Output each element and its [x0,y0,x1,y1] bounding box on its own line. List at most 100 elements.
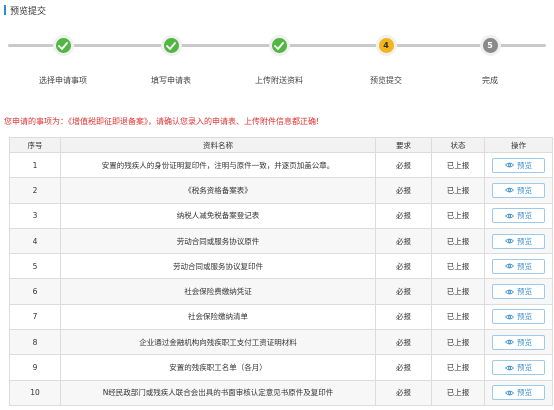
notice-text: 您申请的事项为：《增值税即征即退备案》，请确认您录入的申请表、上传附件信息都正确… [4,117,320,126]
step-4: 4 预览提交 [346,35,426,86]
row-status: 已上报 [431,303,485,331]
row-seq: 3 [9,202,61,229]
row-operation: 预览 [484,202,553,229]
table-row: 2 《税务资格备案表》 必报 已上报 预览 [9,177,553,204]
step-2: 填写申请表 [131,35,211,86]
row-requirement: 必报 [375,379,432,406]
row-material-name: 劳动合同或服务协议复印件 [60,253,376,280]
eye-icon [505,339,514,345]
preview-button[interactable]: 预览 [492,258,545,274]
step-label: 上传附送资料 [255,76,303,85]
table-row: 10 N经民政部门或残疾人联合会出具的书面审核认定意见书原件及复印件 必报 已上报 预览 [9,379,553,406]
row-operation: 预览 [484,177,553,204]
row-requirement: 必报 [375,202,432,229]
preview-button-label: 预览 [517,363,532,373]
eye-icon [505,365,514,370]
preview-button-label: 预览 [517,388,532,398]
table-row: 7 社会保险缴纳清单 必报 已上报 预览 [9,303,553,331]
header-seq: 序号 [9,137,61,153]
table-row: 9 安置的残疾职工名单（各月） 必报 已上报 预览 [9,354,553,381]
table-row: 1 安置的残疾人的身份证明复印件，注明与原件一致，并逐页加盖公章。 必报 已上报 预览 [9,151,553,179]
row-material-name: 社会保险费缴纳凭证 [60,278,376,305]
step-3: 上传附送资料 [239,35,319,86]
row-material-name: 安置的残疾人的身份证明复印件，注明与原件一致，并逐页加盖公章。 [60,151,376,179]
row-material-name: 安置的残疾职工名单（各月） [60,354,376,381]
table-row: 5 劳动合同或服务协议复印件 必报 已上报 预览 [9,253,553,280]
preview-button[interactable]: 预览 [492,334,545,350]
preview-button-label: 预览 [517,261,532,271]
preview-button[interactable]: 预览 [492,208,545,224]
step-1: 选择申请事项 [23,35,103,86]
row-operation: 预览 [484,379,553,406]
preview-button[interactable]: 预览 [492,233,545,249]
row-status: 已上报 [431,278,485,305]
row-seq: 10 [9,379,61,406]
preview-button[interactable]: 预览 [492,284,545,300]
eye-icon [505,213,514,219]
row-seq: 6 [9,278,61,305]
row-material-name: N经民政部门或残疾人联合会出具的书面审核认定意见书原件及复印件 [60,379,376,406]
step-label: 预览提交 [370,76,402,85]
row-operation: 预览 [484,303,553,331]
header-operation: 操作 [484,137,553,153]
row-requirement: 必报 [375,151,432,179]
row-status: 已上报 [431,329,485,356]
row-status: 已上报 [431,151,485,179]
preview-button[interactable]: 预览 [492,157,545,173]
table-row: 4 劳动合同或服务协议原件 必报 已上报 预览 [9,227,553,255]
row-status: 已上报 [431,354,485,381]
page-title-section: 预览提交 [4,4,46,17]
table-row: 3 纳税人减免税备案登记表 必报 已上报 预览 [9,202,553,229]
row-status: 已上报 [431,253,485,280]
row-operation: 预览 [484,354,553,381]
row-seq: 2 [9,177,61,204]
row-status: 已上报 [431,177,485,204]
step-label: 填写申请表 [151,76,191,85]
row-requirement: 必报 [375,227,432,255]
preview-button-label: 预览 [517,337,532,347]
preview-button[interactable]: 预览 [492,182,545,198]
row-seq: 7 [9,303,61,331]
row-requirement: 必报 [375,177,432,204]
preview-button-label: 预览 [517,185,532,195]
eye-icon [505,289,514,295]
row-material-name: 纳税人减免税备案登记表 [60,202,376,229]
row-status: 已上报 [431,202,485,229]
header-requirement: 要求 [375,137,432,153]
materials-table: 序号 资料名称 要求 状态 操作 1 安置的残疾人的身份证明复印件，注明与原件一致… [9,137,553,406]
row-status: 已上报 [431,227,485,255]
check-icon [160,35,182,56]
step-5: 5 完成 [450,35,530,86]
row-requirement: 必报 [375,278,432,305]
row-requirement: 必报 [375,354,432,381]
check-icon [52,35,74,56]
preview-button[interactable]: 预览 [492,309,545,325]
preview-button[interactable]: 预览 [492,385,545,401]
step-number: 4 [375,35,397,56]
row-seq: 5 [9,253,61,280]
row-material-name: 企业通过金融机构向残疾职工支付工资证明材料 [60,329,376,356]
row-operation: 预览 [484,278,553,305]
row-requirement: 必报 [375,253,432,280]
row-operation: 预览 [484,151,553,179]
table-header-row: 序号 资料名称 要求 状态 操作 [9,137,553,153]
preview-button-label: 预览 [517,312,532,322]
eye-icon [505,314,514,320]
preview-button-label: 预览 [517,236,532,246]
row-material-name: 《税务资格备案表》 [60,177,376,204]
check-icon [268,35,290,56]
row-operation: 预览 [484,253,553,280]
table-row: 6 社会保险费缴纳凭证 必报 已上报 预览 [9,278,553,305]
progress-steps: 选择申请事项 填写申请表 上传附送资料 4 预览提交 5 完成 [0,26,554,86]
row-seq: 9 [9,354,61,381]
row-requirement: 必报 [375,329,432,356]
row-operation: 预览 [484,227,553,255]
preview-button[interactable]: 预览 [492,360,545,376]
preview-button-label: 预览 [517,287,532,297]
step-number: 5 [479,35,501,56]
row-material-name: 社会保险缴纳清单 [60,303,376,331]
eye-icon [505,188,514,193]
title-accent-bar [4,5,6,15]
eye-icon [505,238,514,244]
row-seq: 8 [9,329,61,356]
